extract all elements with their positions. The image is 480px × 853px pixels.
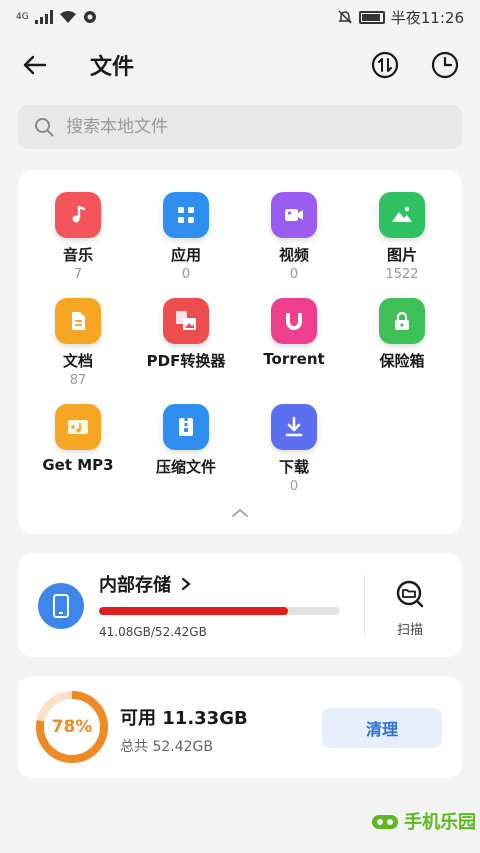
search-bar[interactable] <box>18 105 462 149</box>
history-clock-icon[interactable] <box>430 50 460 80</box>
storage-title[interactable]: 内部存储 <box>99 571 191 597</box>
storage-usage-text: 41.08GB/52.42GB <box>99 625 207 639</box>
chevron-right-icon <box>181 577 191 591</box>
phone-icon <box>38 583 84 629</box>
category-card: 音乐 7 应用 0 视频 0 图片 1522 文档 87 PDF转换器 Torr… <box>18 170 462 534</box>
document-icon <box>55 298 101 344</box>
title-bar: 文件 <box>0 42 480 88</box>
category-label: 压缩文件 <box>155 458 216 476</box>
category-torrent[interactable]: Torrent <box>240 298 348 404</box>
watermark-text: 手机乐园 <box>404 812 476 833</box>
sort-icon[interactable] <box>370 50 400 80</box>
status-right: 半夜11:26 <box>337 7 464 28</box>
pdf-converter-icon <box>163 298 209 344</box>
category-label: Torrent <box>263 350 325 368</box>
title-actions <box>370 50 460 80</box>
mp3-icon <box>55 404 101 450</box>
storage-title-text: 内部存储 <box>99 575 171 596</box>
storage-progress-fill <box>99 607 288 615</box>
category-video[interactable]: 视频 0 <box>240 192 348 298</box>
category-count: 0 <box>289 479 299 494</box>
signal-icon <box>34 10 53 24</box>
category-documents[interactable]: 文档 87 <box>24 298 132 404</box>
category-label: 视频 <box>278 246 309 264</box>
watermark: 手机乐园 <box>370 808 476 834</box>
video-icon <box>271 192 317 238</box>
status-bar: 4G 半夜11:26 <box>0 0 480 34</box>
category-label: 下载 <box>278 458 309 476</box>
category-label: PDF转换器 <box>146 352 226 370</box>
category-label: 应用 <box>170 246 201 264</box>
search-input[interactable] <box>66 117 426 137</box>
free-space-card: 78% 可用 11.33GB 总共 52.42GB 清理 <box>18 676 462 778</box>
category-downloads[interactable]: 下载 0 <box>240 404 348 510</box>
category-music[interactable]: 音乐 7 <box>24 192 132 298</box>
clean-button[interactable]: 清理 <box>322 708 442 748</box>
network-type: 4G <box>16 12 29 22</box>
free-space-title: 可用 11.33GB <box>120 708 248 729</box>
storage-progress-bar <box>99 607 340 615</box>
scan-folder-icon <box>396 580 424 608</box>
mute-bell-icon <box>337 10 352 24</box>
total-space-text: 总共 52.42GB <box>120 739 213 755</box>
category-count: 7 <box>73 267 83 282</box>
category-count: 1522 <box>385 267 419 282</box>
apps-icon <box>163 192 209 238</box>
torrent-magnet-icon <box>271 298 317 344</box>
image-icon <box>379 192 425 238</box>
status-left: 4G <box>16 10 97 24</box>
category-apps[interactable]: 应用 0 <box>132 192 240 298</box>
category-archives[interactable]: 压缩文件 <box>132 404 240 510</box>
scan-button[interactable]: 扫描 <box>382 579 438 638</box>
category-images[interactable]: 图片 1522 <box>348 192 456 298</box>
back-arrow-icon[interactable] <box>20 50 50 80</box>
usage-percent: 78% <box>51 717 93 737</box>
category-count: 87 <box>69 373 87 388</box>
category-pdf-converter[interactable]: PDF转换器 <box>132 298 240 404</box>
category-count: 0 <box>289 267 299 282</box>
wifi-icon <box>59 11 76 23</box>
notification-app-icon <box>83 11 96 23</box>
storage-card[interactable]: 内部存储 41.08GB/52.42GB 扫描 <box>18 553 462 657</box>
category-label: 音乐 <box>62 246 93 264</box>
scan-label: 扫描 <box>396 623 423 638</box>
lock-icon <box>379 298 425 344</box>
collapse-chevron-up-icon[interactable] <box>230 506 250 520</box>
category-label: 文档 <box>62 352 93 370</box>
category-label: 图片 <box>386 246 417 264</box>
divider <box>364 575 365 635</box>
download-icon <box>271 404 317 450</box>
category-grid: 音乐 7 应用 0 视频 0 图片 1522 文档 87 PDF转换器 Torr… <box>18 170 462 510</box>
search-icon <box>35 118 54 137</box>
clock: 半夜11:26 <box>390 8 464 27</box>
category-safe[interactable]: 保险箱 <box>348 298 456 404</box>
zip-icon <box>163 404 209 450</box>
category-label: 保险箱 <box>379 352 425 370</box>
music-icon <box>55 192 101 238</box>
category-get-mp3[interactable]: Get MP3 <box>24 404 132 510</box>
watermark-logo-icon <box>372 815 398 829</box>
battery-icon <box>358 10 385 24</box>
category-label: Get MP3 <box>42 456 114 474</box>
category-count: 0 <box>181 267 191 282</box>
page-title: 文件 <box>90 55 135 80</box>
